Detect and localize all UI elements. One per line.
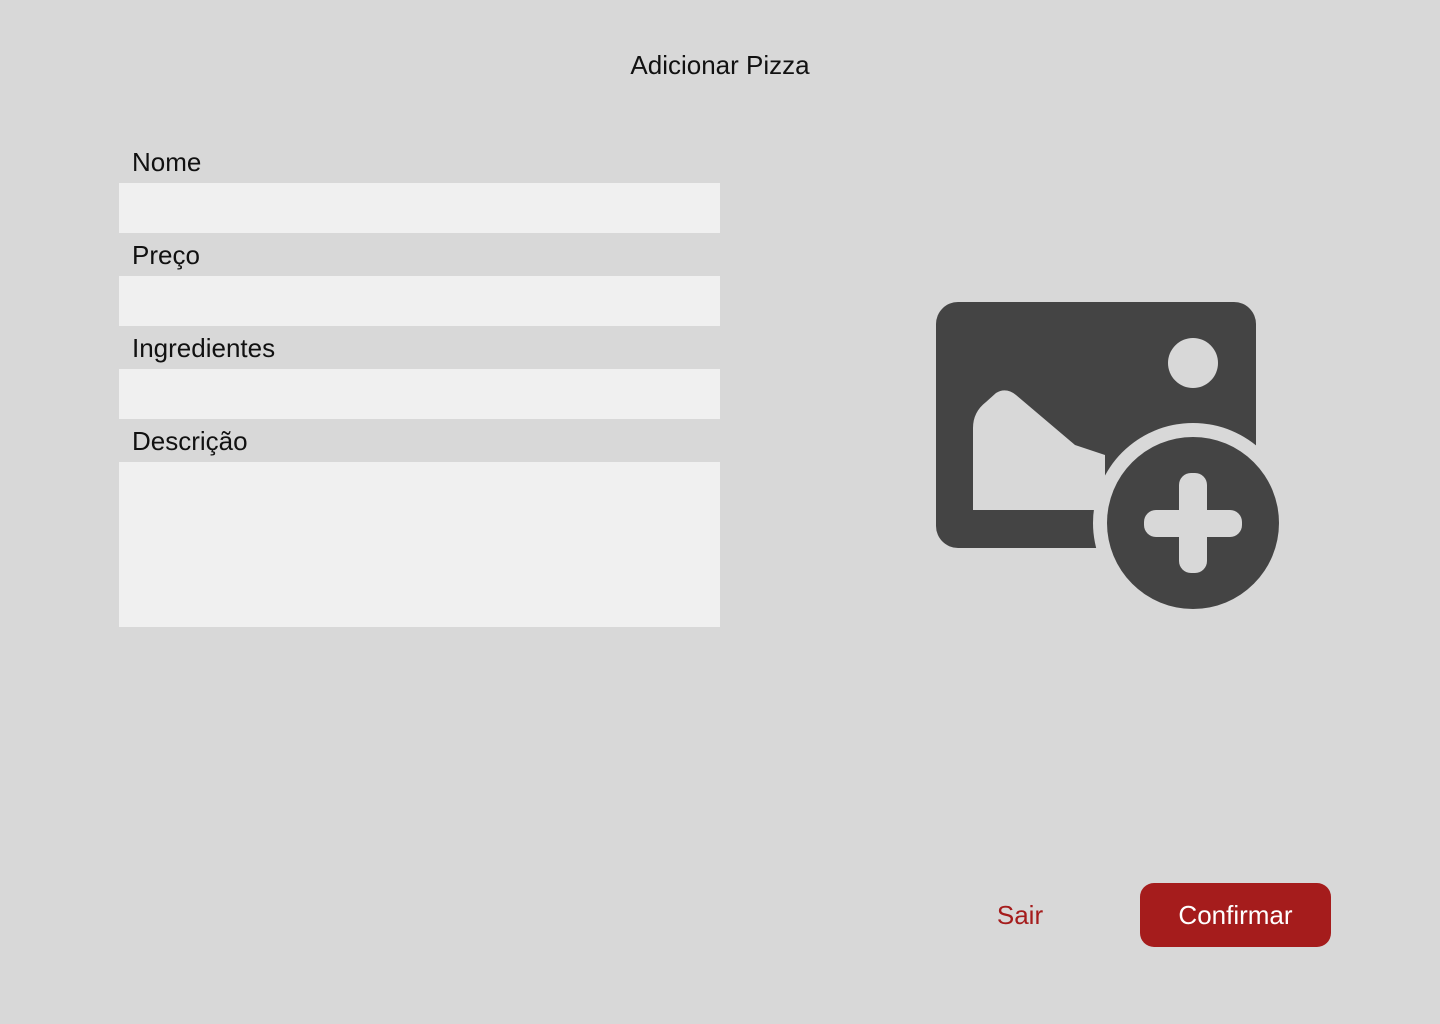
description-textarea[interactable] — [119, 462, 720, 627]
ingredients-input[interactable] — [119, 369, 720, 419]
name-label: Nome — [132, 147, 202, 177]
description-label: Descrição — [132, 426, 248, 456]
add-pizza-page: Adicionar Pizza Nome Preço Ingredientes … — [0, 0, 1440, 1024]
ingredients-label: Ingredientes — [132, 333, 276, 363]
confirm-button[interactable]: Confirmar — [1140, 883, 1331, 947]
image-upload-button[interactable] — [930, 295, 1285, 615]
name-input[interactable] — [119, 183, 720, 233]
add-photo-icon — [936, 302, 1279, 609]
exit-button[interactable]: Sair — [970, 884, 1070, 946]
price-input[interactable] — [119, 276, 720, 326]
page-title: Adicionar Pizza — [630, 50, 810, 80]
price-label: Preço — [132, 240, 200, 270]
